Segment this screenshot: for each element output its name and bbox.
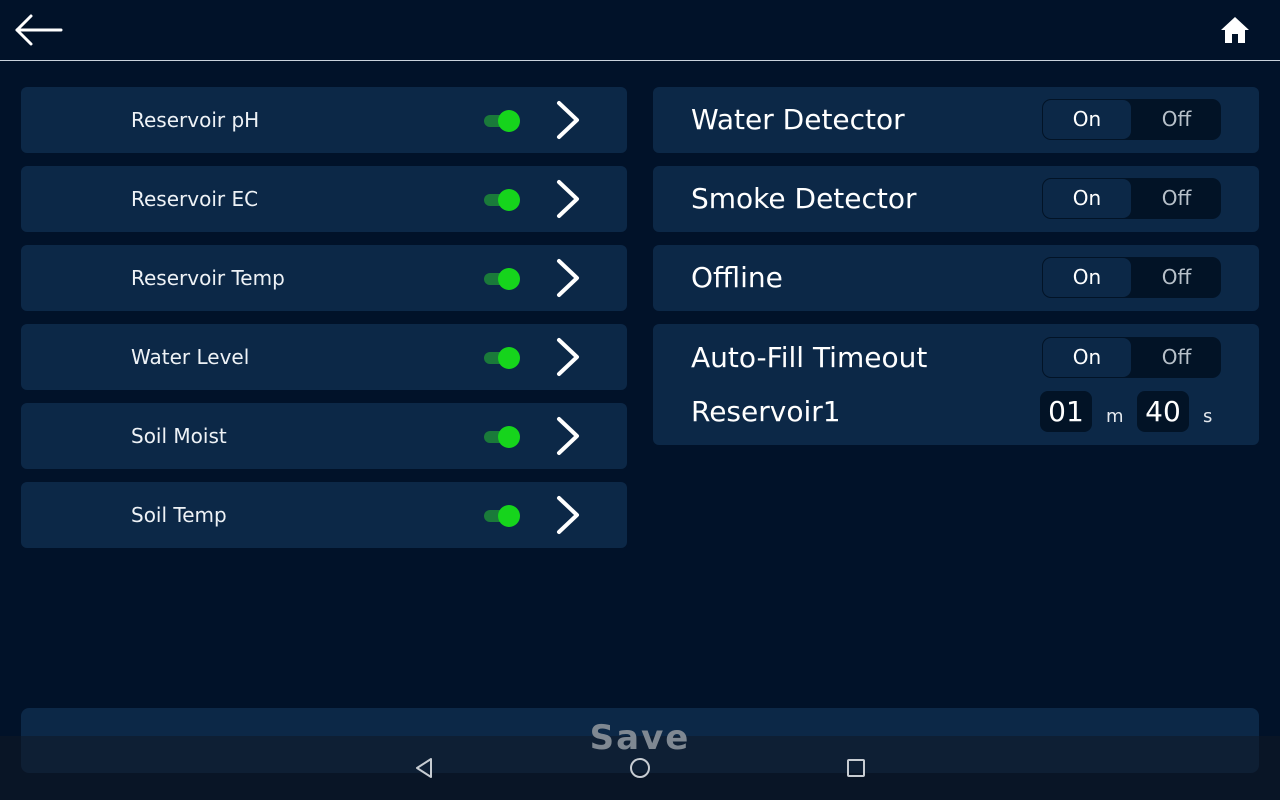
chevron-right-icon[interactable] [551, 99, 585, 141]
nav-recents-icon[interactable] [844, 756, 868, 780]
nav-home-icon[interactable] [628, 756, 652, 780]
on-off-switch: On Off [1042, 178, 1221, 219]
detector-row-water: Water Detector On Off [653, 87, 1259, 153]
sensor-toggle[interactable] [484, 346, 520, 369]
sensor-row-water-level: Water Level [21, 324, 627, 390]
sensor-toggle[interactable] [484, 504, 520, 527]
sensor-label: Soil Temp [131, 503, 227, 527]
sensor-row-soil-moist: Soil Moist [21, 403, 627, 469]
sensor-row-reservoir-ph: Reservoir pH [21, 87, 627, 153]
on-option[interactable]: On [1043, 258, 1131, 297]
on-off-switch: On Off [1042, 337, 1221, 378]
on-off-switch: On Off [1042, 257, 1221, 298]
on-option[interactable]: On [1043, 338, 1131, 377]
on-option[interactable]: On [1043, 179, 1131, 218]
save-button[interactable]: Save [0, 718, 1280, 758]
chevron-right-icon[interactable] [551, 494, 585, 536]
auto-fill-card: Auto-Fill Timeout On Off Reservoir1 01 m… [653, 324, 1259, 445]
back-button[interactable] [14, 12, 64, 48]
home-button[interactable] [1218, 14, 1252, 46]
sensor-label: Soil Moist [131, 424, 227, 448]
off-option[interactable]: Off [1132, 99, 1221, 140]
off-option[interactable]: Off [1132, 337, 1221, 378]
detector-label: Smoke Detector [691, 182, 917, 215]
sensor-row-reservoir-ec: Reservoir EC [21, 166, 627, 232]
reservoir-label: Reservoir1 [691, 395, 841, 428]
chevron-right-icon[interactable] [551, 257, 585, 299]
chevron-right-icon[interactable] [551, 178, 585, 220]
off-option[interactable]: Off [1132, 178, 1221, 219]
arrow-left-icon [15, 14, 63, 46]
top-bar [0, 0, 1280, 61]
minutes-unit: m [1106, 406, 1124, 427]
on-off-switch: On Off [1042, 99, 1221, 140]
auto-fill-title: Auto-Fill Timeout [691, 341, 928, 374]
chevron-right-icon[interactable] [551, 336, 585, 378]
seconds-input[interactable]: 40 [1137, 391, 1189, 432]
sensor-toggle[interactable] [484, 425, 520, 448]
chevron-right-icon[interactable] [551, 415, 585, 457]
sensor-toggle[interactable] [484, 267, 520, 290]
sensor-toggle[interactable] [484, 109, 520, 132]
sensor-label: Water Level [131, 345, 250, 369]
detector-row-offline: Offline On Off [653, 245, 1259, 311]
nav-back-icon[interactable] [412, 756, 436, 780]
sensor-row-soil-temp: Soil Temp [21, 482, 627, 548]
sensor-toggle[interactable] [484, 188, 520, 211]
on-option[interactable]: On [1043, 100, 1131, 139]
detector-label: Offline [691, 261, 783, 294]
off-option[interactable]: Off [1132, 257, 1221, 298]
detector-label: Water Detector [691, 103, 905, 136]
minutes-input[interactable]: 01 [1040, 391, 1092, 432]
home-icon [1221, 17, 1249, 43]
sensor-row-reservoir-temp: Reservoir Temp [21, 245, 627, 311]
seconds-unit: s [1203, 406, 1213, 427]
sensor-label: Reservoir pH [131, 108, 260, 132]
sensor-label: Reservoir EC [131, 187, 259, 211]
detector-row-smoke: Smoke Detector On Off [653, 166, 1259, 232]
sensor-label: Reservoir Temp [131, 266, 285, 290]
